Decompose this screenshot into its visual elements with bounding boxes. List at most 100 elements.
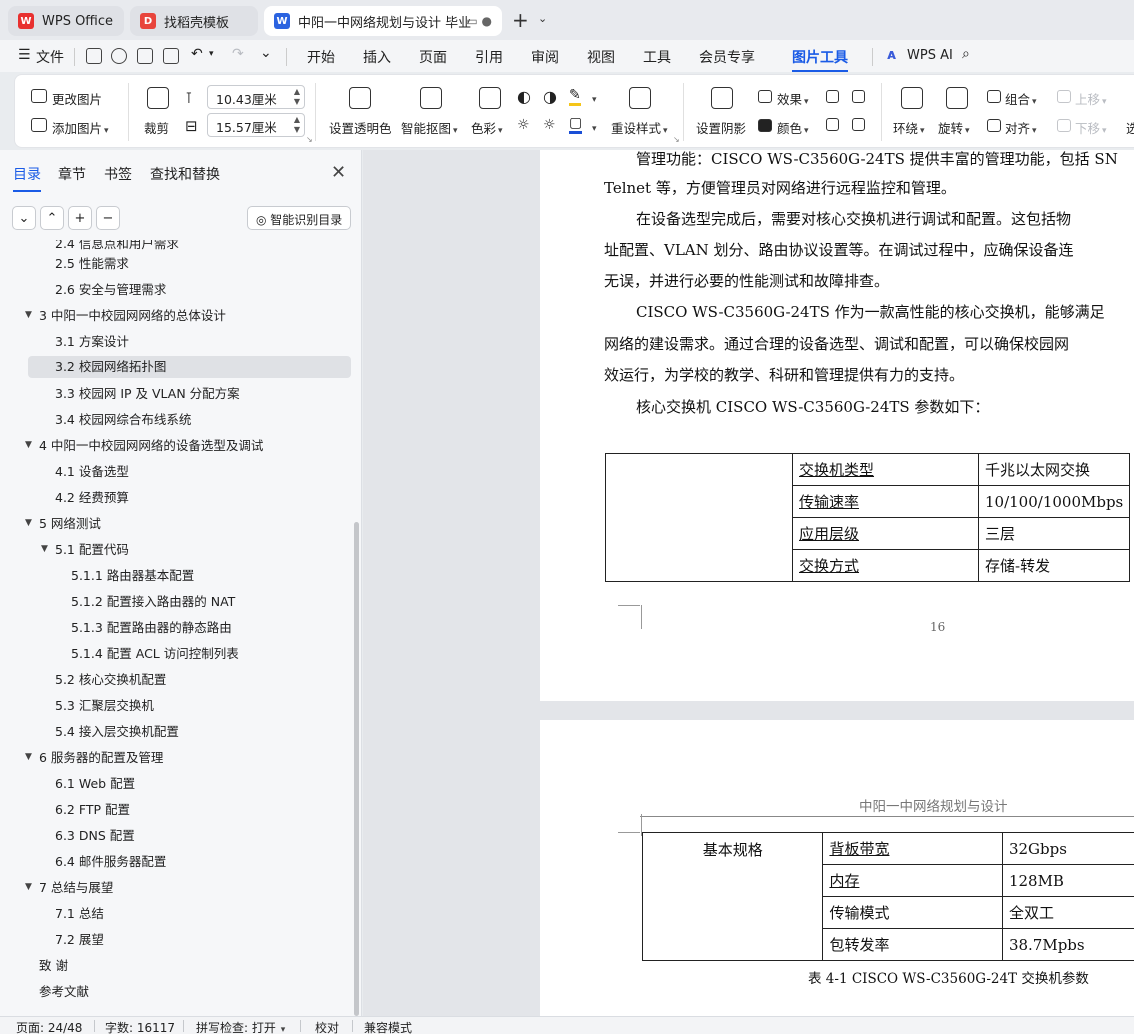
toc-item[interactable]: 7.1 总结 [55, 903, 104, 925]
contrast-icon[interactable]: ◑ [543, 87, 557, 106]
rotate-button[interactable]: 旋转 ▾ [938, 118, 970, 137]
wrap-button[interactable]: 环绕 ▾ [893, 118, 925, 137]
set-transparent-button[interactable]: 设置透明色 [329, 118, 392, 137]
tab-document[interactable]: W 中阳一中网络规划与设计 毕业 ▭ ● [264, 6, 502, 36]
remove-heading-button[interactable]: − [96, 206, 120, 230]
toc-scrollbar[interactable] [354, 522, 359, 1016]
shadow-right-icon[interactable] [852, 118, 865, 131]
collapse-up-button[interactable]: ⌃ [40, 206, 64, 230]
toc-item[interactable]: 4.1 设备选型 [55, 461, 129, 483]
menu-picture-tools[interactable]: 图片工具 [792, 47, 848, 72]
crop-icon[interactable] [147, 87, 169, 109]
smart-cutout-button[interactable]: 智能抠图 ▾ [401, 118, 458, 137]
increase-brightness-icon[interactable]: ☼ [517, 117, 530, 133]
rotate-icon[interactable] [946, 87, 968, 109]
toc-item[interactable]: 2.6 安全与管理需求 [55, 279, 166, 301]
nav-tab-toc[interactable]: 目录 [13, 164, 41, 192]
menu-view[interactable]: 视图 [587, 47, 615, 67]
collapse-down-button[interactable]: ⌄ [12, 206, 36, 230]
chevron-down-icon[interactable]: ▾ [590, 119, 597, 134]
chevron-down-icon[interactable]: ▾ [590, 90, 597, 105]
toc-item[interactable]: 3.4 校园网综合布线系统 [55, 409, 191, 431]
smart-toc-button[interactable]: ◎ 智能识别目录 [247, 206, 351, 230]
toc-item[interactable]: 4 中阳一中校园网网络的设备选型及调试 [39, 435, 263, 457]
expand-arrow-icon[interactable]: ▼ [25, 882, 32, 892]
tab-wps-office[interactable]: W WPS Office [8, 6, 124, 36]
effect-button[interactable]: 效果 ▾ [777, 89, 809, 108]
toc-item[interactable]: 5.1.2 配置接入路由器的 NAT [71, 591, 235, 613]
group-button[interactable]: 组合 ▾ [1005, 89, 1037, 108]
page-indicator[interactable]: 页面: 24/48 [16, 1019, 82, 1034]
nav-tab-find-replace[interactable]: 查找和替换 [150, 164, 220, 184]
reset-style-button[interactable]: 重设样式 ▾ [611, 118, 668, 137]
brightness-icon[interactable]: ◐ [517, 87, 531, 106]
menu-hamburger-icon[interactable]: ☰ [18, 47, 31, 63]
document-page[interactable]: 中阳一中网络规划与设计 基本规格 背板带宽 32Gbps 内存 128MB 传输… [540, 720, 1134, 1016]
menu-review[interactable]: 审阅 [531, 47, 559, 67]
shadow-up-icon[interactable] [826, 90, 839, 103]
toc-item[interactable]: 7.2 展望 [55, 929, 104, 951]
menu-insert[interactable]: 插入 [363, 47, 391, 67]
save-icon[interactable] [86, 48, 102, 64]
add-heading-button[interactable]: + [68, 206, 92, 230]
height-input[interactable]: 15.57厘米 ▲ ▼ [207, 113, 305, 137]
set-transparent-icon[interactable] [349, 87, 371, 109]
crop-button[interactable]: 裁剪 [144, 118, 169, 137]
shadow-left-icon[interactable] [826, 118, 839, 131]
close-icon[interactable]: ✕ [331, 162, 346, 183]
search-icon[interactable]: ⌕ [962, 46, 970, 62]
expand-arrow-icon[interactable]: ▼ [41, 544, 48, 554]
print-icon[interactable] [137, 48, 153, 64]
nav-tab-bookmark[interactable]: 书签 [104, 164, 132, 184]
toc-item[interactable]: 2.5 性能需求 [55, 253, 129, 275]
toc-item[interactable]: 5.1.1 路由器基本配置 [71, 565, 194, 587]
toc-item[interactable]: 6.4 邮件服务器配置 [55, 851, 166, 873]
spell-check-toggle[interactable]: 拼写检查: 打开 ▾ [196, 1019, 285, 1034]
change-picture-button[interactable]: 更改图片 [52, 89, 102, 108]
menu-wps-ai[interactable]: WPS AI [907, 48, 953, 63]
toc-item[interactable]: 5.1.3 配置路由器的静态路由 [71, 617, 232, 639]
new-tab-button[interactable]: + [512, 8, 529, 32]
toc-item[interactable]: 6.2 FTP 配置 [55, 799, 130, 821]
highlight-color-icon[interactable]: ✎ [569, 87, 581, 106]
toc-item[interactable]: 5.4 接入层交换机配置 [55, 721, 179, 743]
toc-item[interactable]: 6.1 Web 配置 [55, 773, 135, 795]
reset-style-icon[interactable] [629, 87, 651, 109]
width-input[interactable]: 10.43厘米 ▲ ▼ [207, 85, 305, 109]
style-dialog-launcher-icon[interactable]: ↘ [673, 135, 680, 144]
select-button[interactable]: 选 [1126, 118, 1134, 137]
toc-item[interactable]: 3.1 方案设计 [55, 331, 129, 353]
toc-item[interactable]: 6 服务器的配置及管理 [39, 747, 163, 769]
outline-color-icon[interactable]: ▢ [569, 115, 583, 134]
color-button[interactable]: 色彩 ▾ [471, 118, 503, 137]
toc-item[interactable]: 5.1 配置代码 [55, 539, 129, 561]
menu-start[interactable]: 开始 [307, 47, 335, 67]
word-count[interactable]: 字数: 16117 [105, 1019, 175, 1034]
toc-item[interactable]: 5.2 核心交换机配置 [55, 669, 166, 691]
menu-member[interactable]: 会员专享 [699, 47, 755, 67]
shadow-down-icon[interactable] [852, 90, 865, 103]
size-dialog-launcher-icon[interactable]: ↘ [306, 135, 313, 144]
tab-list-chevron-icon[interactable]: ⌄ [538, 12, 547, 25]
toc-item[interactable]: 5 网络测试 [39, 513, 101, 535]
toc-item[interactable]: 5.1.4 配置 ACL 访问控制列表 [71, 643, 239, 665]
height-spinner-icon[interactable]: ▲ ▼ [294, 115, 300, 135]
menu-reference[interactable]: 引用 [475, 47, 503, 67]
align-button[interactable]: 对齐 ▾ [1005, 118, 1037, 137]
decrease-brightness-icon[interactable]: ☼ [543, 117, 556, 133]
toc-item[interactable]: 6.3 DNS 配置 [55, 825, 135, 847]
print-preview-icon[interactable] [163, 48, 179, 64]
tab-template[interactable]: D 找稻壳模板 [130, 6, 258, 36]
add-picture-button[interactable]: 添加图片 ▾ [52, 118, 109, 137]
width-spinner-icon[interactable]: ▲ ▼ [294, 87, 300, 107]
toc-item[interactable]: 5.3 汇聚层交换机 [55, 695, 154, 717]
document-page[interactable]: 管理功能：CISCO WS-C3560G-24TS 提供丰富的管理功能，包括 S… [540, 150, 1134, 701]
set-shadow-button[interactable]: 设置阴影 [696, 118, 746, 137]
wps-ai-icon[interactable]: ᴀ [887, 47, 896, 63]
nav-tab-chapter[interactable]: 章节 [58, 164, 86, 184]
menu-file[interactable]: 文件 [36, 47, 64, 67]
menu-page[interactable]: 页面 [419, 47, 447, 67]
undo-icon[interactable]: ↶ [191, 46, 203, 62]
expand-arrow-icon[interactable]: ▼ [25, 752, 32, 762]
shadow-icon[interactable] [711, 87, 733, 109]
